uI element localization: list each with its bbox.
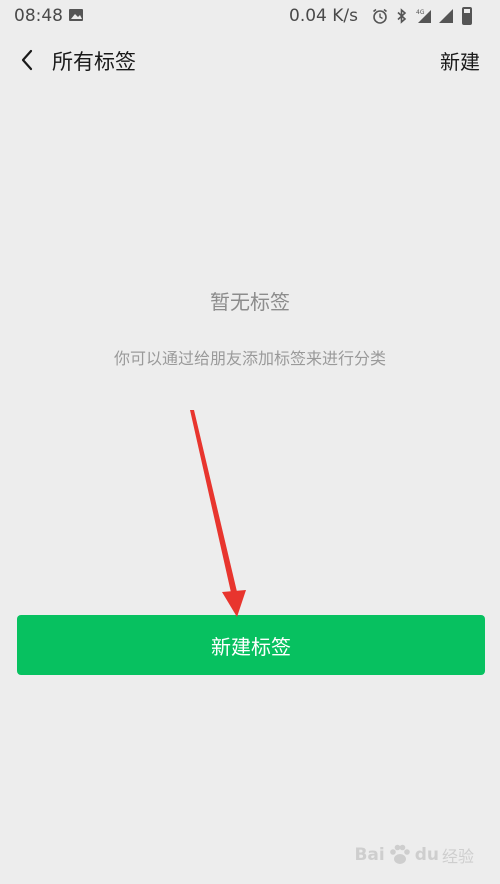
watermark-cn: 经验 [441,847,474,866]
paw-icon [389,844,410,864]
create-tag-button[interactable]: 新建标签 [17,615,485,675]
alarm-icon [373,8,387,24]
watermark-latin: Bai [354,845,385,865]
new-tag-action[interactable]: 新建 [440,46,480,75]
red-arrow-annotation [190,410,246,617]
status-bar: 08:48 0.04 K/s 4G [0,0,500,32]
empty-state-title: 暂无标签 [210,290,290,314]
network-label: 4G [416,9,425,16]
watermark-latin-2: du [414,845,439,865]
create-tag-button-label: 新建标签 [211,634,291,659]
baidu-jingyan-watermark: Bai du 经验 [354,842,474,868]
signal-4g-icon: 4G [416,9,431,23]
nav-bar: 所有标签 新建 [0,32,500,88]
status-right: 0.04 K/s 4G [289,6,472,26]
empty-state-description: 你可以通过给朋友添加标签来进行分类 [113,349,386,368]
signal-icon [439,9,453,23]
network-speed: 0.04 K/s [289,6,358,26]
battery-icon [462,7,472,25]
page-title: 所有标签 [52,50,136,74]
back-arrow-icon[interactable] [18,48,38,72]
image-notification-icon [69,9,83,21]
status-time: 08:48 [14,6,63,26]
screen: 08:48 0.04 K/s 4G 所有标签 新建 暂无标签 你可以通过给朋友添… [0,0,500,884]
bluetooth-icon [397,8,407,24]
